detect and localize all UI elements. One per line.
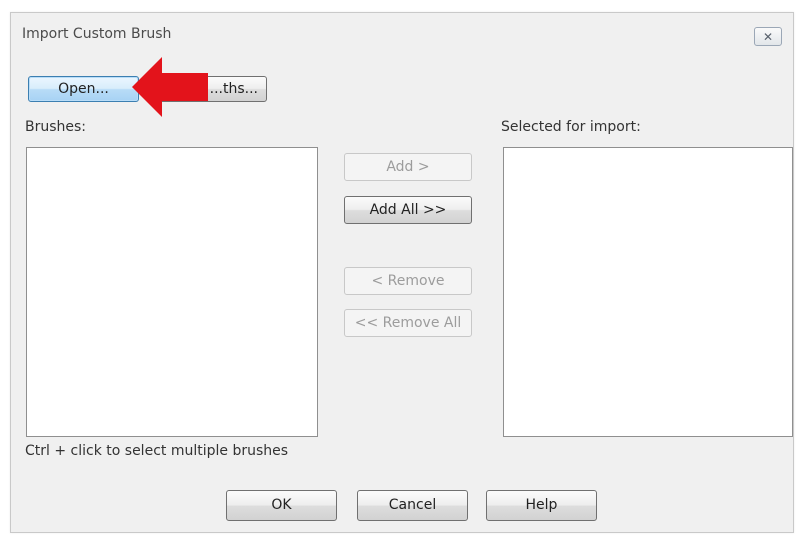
multi-select-hint: Ctrl + click to select multiple brushes [25, 443, 289, 459]
dialog-titlebar: Import Custom Brush ✕ [11, 13, 793, 57]
close-icon: ✕ [762, 30, 774, 44]
help-button[interactable]: Help [486, 490, 597, 521]
open-button[interactable]: Open... [28, 76, 139, 102]
dialog-title: Import Custom Brush [22, 26, 172, 42]
import-custom-brush-dialog: Import Custom Brush ✕ Open... ...ths... … [10, 12, 794, 533]
selected-for-import-listbox[interactable] [503, 147, 793, 437]
remove-button[interactable]: < Remove [344, 267, 472, 295]
red-arrow-icon [132, 57, 208, 117]
selected-for-import-label: Selected for import: [501, 119, 641, 135]
add-all-button[interactable]: Add All >> [344, 196, 472, 224]
close-button[interactable]: ✕ [754, 27, 782, 46]
cancel-button[interactable]: Cancel [357, 490, 468, 521]
brushes-listbox[interactable] [26, 147, 318, 437]
add-button[interactable]: Add > [344, 153, 472, 181]
remove-all-button[interactable]: << Remove All [344, 309, 472, 337]
brushes-label: Brushes: [25, 119, 87, 135]
ok-button[interactable]: OK [226, 490, 337, 521]
